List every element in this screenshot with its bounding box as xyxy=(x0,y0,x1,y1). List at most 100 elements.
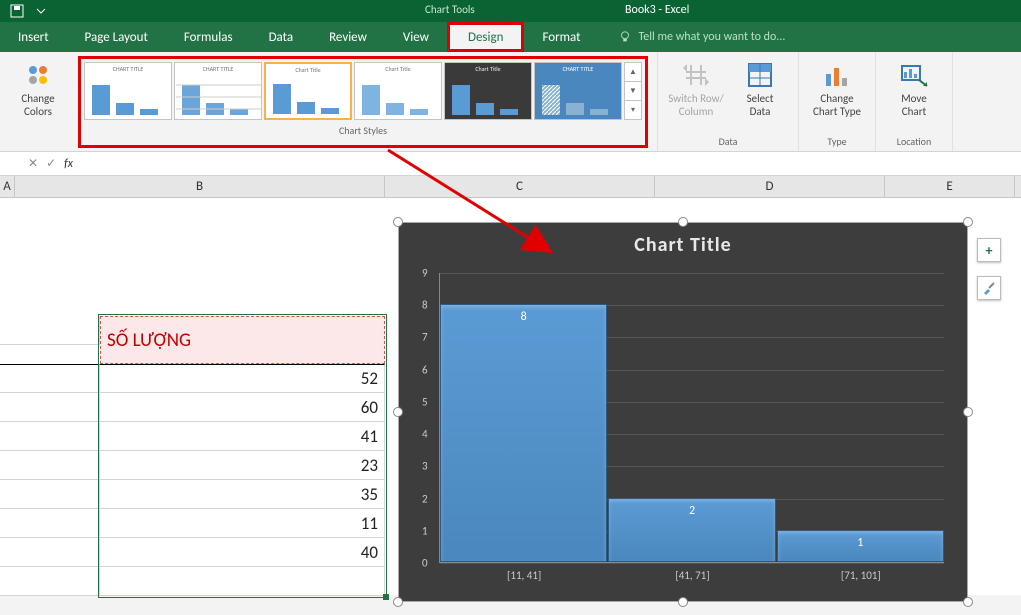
col-header-A[interactable]: A xyxy=(0,176,15,198)
cell-b-row3[interactable]: 41 xyxy=(100,422,385,451)
formula-input[interactable] xyxy=(81,154,1021,174)
title-bar: Chart Tools Book3 - Excel xyxy=(0,0,1021,22)
window-title: Book3 - Excel xyxy=(625,3,689,17)
chart-resize-handle[interactable] xyxy=(393,217,403,227)
chart-resize-handle[interactable] xyxy=(678,217,688,227)
cell-header-quantity[interactable]: SỐ LƯỢNG xyxy=(100,316,385,364)
col-header-D[interactable]: D xyxy=(655,176,885,198)
cell-a-row6[interactable]: c xích Đức xyxy=(0,509,100,538)
bar-data-label: 2 xyxy=(609,504,774,518)
select-data-label: Select Data xyxy=(747,93,774,118)
chart-resize-handle[interactable] xyxy=(963,407,973,417)
bar-data-label: 1 xyxy=(778,536,943,550)
chart-style-2[interactable]: CHART TITLE xyxy=(174,62,262,120)
tab-data[interactable]: Data xyxy=(251,22,312,52)
chart-resize-handle[interactable] xyxy=(678,597,688,607)
chart-styles-brush-button[interactable] xyxy=(977,276,1001,300)
x-tick-label: [11, 41] xyxy=(440,569,608,582)
qat-save-icon[interactable] xyxy=(10,4,24,18)
gallery-scroll-up-icon[interactable]: ▲ xyxy=(625,63,641,82)
col-header-C[interactable]: C xyxy=(385,176,655,198)
move-chart-button[interactable]: Move Chart xyxy=(882,56,946,118)
chart-bar[interactable]: 2 xyxy=(608,498,775,562)
change-colors-label: Change Colors xyxy=(21,93,54,118)
x-tick-label: [71, 101] xyxy=(777,569,945,582)
chart-plot-area[interactable]: 01234567898[11, 41]2[41, 71]1[71, 101] xyxy=(439,273,944,563)
cell-a-row1[interactable]: ờng gà xyxy=(0,364,100,393)
cell-b-row5[interactable]: 35 xyxy=(100,480,385,509)
formula-bar: ✕ ✓ fx xyxy=(0,152,1021,176)
change-colors-button[interactable]: Change Colors xyxy=(6,56,70,118)
tab-design[interactable]: Design xyxy=(447,22,524,52)
gallery-dropdown-icon[interactable]: ▾ xyxy=(625,101,641,119)
location-group-label: Location xyxy=(897,135,931,151)
chart-resize-handle[interactable] xyxy=(963,597,973,607)
y-tick-label: 9 xyxy=(422,267,428,280)
y-tick-label: 2 xyxy=(422,492,428,505)
x-tick-label: [41, 71] xyxy=(608,569,776,582)
formula-cancel-icon[interactable]: ✕ xyxy=(28,156,38,171)
cell-a-row5[interactable]: ly Omach xyxy=(0,480,100,509)
brush-icon xyxy=(981,280,997,296)
tab-format[interactable]: Format xyxy=(524,22,598,52)
y-tick-label: 0 xyxy=(422,557,428,570)
cell-b-row4[interactable]: 23 xyxy=(100,451,385,480)
y-tick-label: 6 xyxy=(422,363,428,376)
chart-resize-handle[interactable] xyxy=(963,217,973,227)
chart-style-3[interactable]: Chart Title xyxy=(264,62,352,120)
embedded-chart[interactable]: Chart Title 01234567898[11, 41]2[41, 71]… xyxy=(398,222,968,602)
change-chart-type-button[interactable]: Change Chart Type xyxy=(805,56,869,118)
y-tick-label: 4 xyxy=(422,428,428,441)
chart-style-6[interactable]: CHART TITLE xyxy=(534,62,622,120)
lightbulb-icon xyxy=(618,30,632,44)
cell-b-row6[interactable]: 11 xyxy=(100,509,385,538)
cell-b-row7[interactable]: 40 xyxy=(100,538,385,567)
switch-row-col-label: Switch Row/ Column xyxy=(668,93,723,118)
move-chart-icon xyxy=(899,60,929,90)
chart-style-4[interactable]: Chart Title xyxy=(354,62,442,120)
cell-b-row2[interactable]: 60 xyxy=(100,393,385,422)
cell-a-row3[interactable]: basa (1kg xyxy=(0,422,100,451)
chart-elements-plus-button[interactable]: + xyxy=(977,238,1001,262)
col-header-E[interactable]: E xyxy=(885,176,1015,198)
formula-enter-icon[interactable]: ✓ xyxy=(46,156,56,171)
bar-data-label: 8 xyxy=(441,310,606,324)
chart-styles-gallery: CHART TITLE CHART TITLE Chart Title Char… xyxy=(81,59,645,120)
chart-bar[interactable]: 8 xyxy=(440,304,607,562)
chart-style-gallery-expand[interactable]: ▲ ▼ ▾ xyxy=(624,62,642,120)
switch-row-column-button: Switch Row/ Column xyxy=(664,56,728,118)
ribbon-tab-row: Insert Page Layout Formulas Data Review … xyxy=(0,22,1021,52)
chart-style-1[interactable]: CHART TITLE xyxy=(84,62,172,120)
chart-styles-highlight-box: CHART TITLE CHART TITLE Chart Title Char… xyxy=(78,56,648,148)
chart-bar[interactable]: 1 xyxy=(777,530,944,562)
tab-formulas[interactable]: Formulas xyxy=(166,22,251,52)
fx-icon[interactable]: fx xyxy=(64,157,73,171)
cell-a-row4[interactable]: a DALAT n xyxy=(0,451,100,480)
cell-a-row2[interactable]: t ba rọi xyxy=(0,393,100,422)
cell-b-row1[interactable]: 52 xyxy=(100,364,385,393)
chart-title[interactable]: Chart Title xyxy=(414,233,952,257)
chart-style-5[interactable]: Chart Title xyxy=(444,62,532,120)
col-header-B[interactable]: B xyxy=(15,176,385,198)
chart-resize-handle[interactable] xyxy=(393,407,403,417)
gallery-scroll-down-icon[interactable]: ▼ xyxy=(625,82,641,101)
select-data-button[interactable]: Select Data xyxy=(728,56,792,118)
cell-a-row8[interactable]: DALAT n xyxy=(0,567,100,596)
select-data-icon xyxy=(745,60,775,90)
tell-me-placeholder: Tell me what you want to do... xyxy=(638,30,785,44)
cell-a-row7[interactable]: t ba rọi xyxy=(0,538,100,567)
tell-me-search[interactable]: Tell me what you want to do... xyxy=(618,22,785,52)
cell-b-row8[interactable] xyxy=(100,567,385,596)
chart-resize-handle[interactable] xyxy=(393,597,403,607)
change-chart-type-label: Change Chart Type xyxy=(813,93,861,118)
y-tick-label: 3 xyxy=(422,460,428,473)
tab-review[interactable]: Review xyxy=(311,22,385,52)
tab-view[interactable]: View xyxy=(385,22,447,52)
change-chart-type-icon xyxy=(822,60,852,90)
cell-partial[interactable]: g xyxy=(0,316,100,345)
tab-insert[interactable]: Insert xyxy=(0,22,67,52)
qat-dropdown-icon[interactable] xyxy=(34,4,48,18)
y-tick-label: 5 xyxy=(422,395,428,408)
chart-styles-group-label: Chart Styles xyxy=(81,120,645,137)
tab-page-layout[interactable]: Page Layout xyxy=(67,22,166,52)
